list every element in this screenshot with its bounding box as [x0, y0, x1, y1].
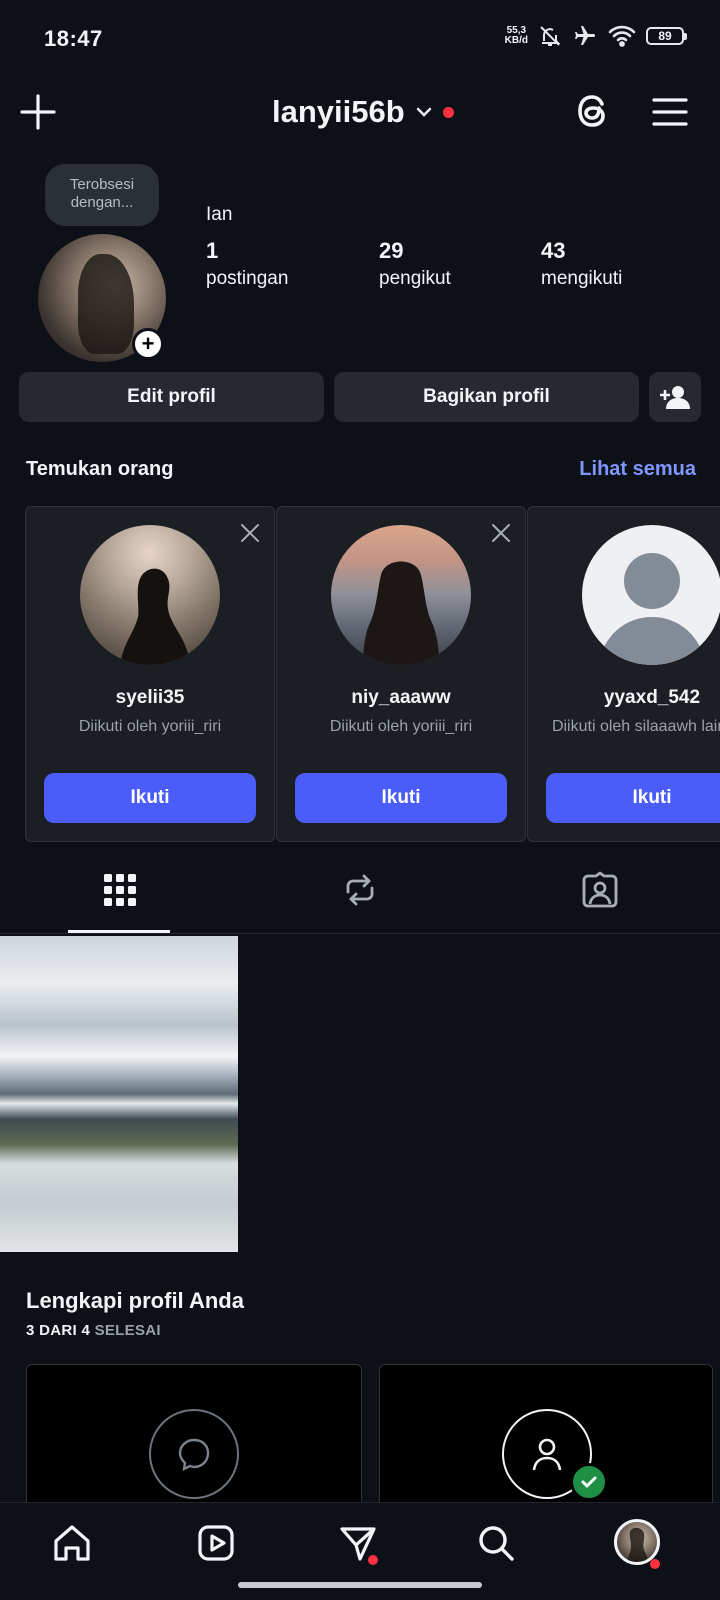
speech-bubble-icon	[178, 1438, 210, 1472]
followers-label: pengikut	[379, 268, 451, 289]
suggestion-subtitle: Diikuti oleh silaaawh lainnya	[551, 718, 720, 735]
suggestion-username[interactable]: syelii35	[26, 687, 274, 709]
default-avatar-icon	[598, 553, 706, 665]
avatar-photo	[627, 1527, 648, 1562]
bell-off-icon	[540, 26, 561, 46]
chevron-down-icon	[416, 107, 431, 117]
status-bar: 18:47 55,3 KB/d 89	[0, 0, 720, 80]
discover-title: Temukan orang	[26, 458, 174, 480]
suggestion-carousel[interactable]: syelii35 Diikuti oleh yoriii_riri Ikuti …	[25, 506, 720, 842]
display-name: Ian	[206, 204, 233, 225]
notification-dot	[442, 106, 454, 118]
profile-header: lanyii56b	[0, 80, 720, 146]
home-indicator[interactable]	[238, 1582, 482, 1588]
follow-button[interactable]: Ikuti	[546, 773, 720, 823]
messages-notification-dot	[368, 1555, 378, 1565]
suggestion-card[interactable]: yyaxd_542 Diikuti oleh silaaawh lainnya …	[527, 506, 720, 842]
search-icon[interactable]	[474, 1521, 518, 1565]
suggestion-card[interactable]: syelii35 Diikuti oleh yoriii_riri Ikuti	[25, 506, 275, 842]
profile-notification-dot	[650, 1559, 660, 1569]
threads-icon[interactable]	[572, 90, 614, 132]
create-plus-icon[interactable]	[18, 92, 58, 132]
bio-ring	[149, 1409, 239, 1499]
status-time: 18:47	[44, 26, 103, 51]
grid-icon[interactable]	[100, 870, 140, 910]
complete-profile-progress: 3 DARI 4 SELESAI	[26, 1322, 244, 1339]
add-story-icon[interactable]: +	[132, 328, 164, 360]
bottom-navigation	[0, 1502, 720, 1600]
username-title: lanyii56b	[272, 94, 405, 129]
checkmark-badge-icon	[570, 1463, 608, 1501]
network-speed-unit: KB/d	[504, 35, 528, 46]
followers-count: 29	[379, 238, 404, 263]
follow-button[interactable]: Ikuti	[295, 773, 507, 823]
progress-status: SELESAI	[94, 1322, 161, 1339]
note-bubble[interactable]: Terobsesi dengan...	[45, 164, 159, 226]
profile-avatar[interactable]: +	[38, 234, 166, 362]
suggestion-subtitle: Diikuti oleh yoriii_riri	[78, 718, 222, 735]
status-icons: 55,3 KB/d 89	[505, 24, 687, 48]
discover-header: Temukan orang Lihat semua	[26, 458, 696, 481]
airplane-icon	[575, 26, 595, 45]
suggestion-avatar[interactable]	[582, 525, 720, 665]
person-photo	[120, 568, 190, 665]
close-icon[interactable]	[238, 521, 262, 545]
close-icon[interactable]	[489, 521, 513, 545]
profile-section: Terobsesi dengan... + Ian 1 postingan 29…	[0, 160, 720, 362]
posts-count: 1	[206, 238, 219, 263]
see-all-link[interactable]: Lihat semua	[579, 458, 696, 481]
menu-icon[interactable]	[650, 92, 690, 132]
posts-stat[interactable]: 1 postingan	[206, 238, 288, 290]
post-thumbnail[interactable]	[0, 936, 238, 1252]
add-person-icon	[660, 386, 690, 409]
profile-photo-card[interactable]	[379, 1364, 713, 1514]
following-label: mengikuti	[541, 268, 623, 289]
progress-count: 3 DARI 4	[26, 1322, 91, 1339]
suggestion-username[interactable]: yyaxd_542	[528, 687, 720, 709]
suggestion-username[interactable]: niy_aaaww	[277, 687, 525, 709]
home-icon[interactable]	[50, 1521, 94, 1565]
following-count: 43	[541, 238, 566, 263]
share-profile-button[interactable]: Bagikan profil	[334, 372, 639, 422]
person-photo	[363, 561, 439, 665]
profile-tabs	[0, 856, 720, 934]
add-bio-card[interactable]	[26, 1364, 362, 1514]
discover-people-button[interactable]	[649, 372, 701, 422]
reels-icon[interactable]	[194, 1521, 238, 1565]
followers-stat[interactable]: 29 pengikut	[379, 238, 451, 290]
complete-profile-title: Lengkapi profil Anda	[26, 1288, 244, 1313]
active-tab-indicator	[68, 930, 170, 933]
wifi-icon	[608, 25, 636, 47]
suggestion-avatar[interactable]	[331, 525, 471, 665]
edit-profile-button[interactable]: Edit profil	[19, 372, 324, 422]
follow-button[interactable]: Ikuti	[44, 773, 256, 823]
battery-icon: 89	[646, 27, 687, 45]
suggestion-subtitle: Diikuti oleh yoriii_riri	[329, 718, 473, 735]
complete-profile-section: Lengkapi profil Anda 3 DARI 4 SELESAI	[26, 1288, 244, 1339]
repost-icon[interactable]	[340, 870, 380, 910]
account-switcher[interactable]: lanyii56b	[272, 94, 454, 130]
tagged-icon[interactable]	[580, 870, 620, 910]
following-stat[interactable]: 43 mengikuti	[541, 238, 622, 290]
person-outline-icon	[532, 1438, 562, 1471]
suggestion-avatar[interactable]	[80, 525, 220, 665]
posts-label: postingan	[206, 268, 289, 289]
network-speed: 55,3 KB/d	[505, 26, 528, 46]
suggestion-card[interactable]: niy_aaaww Diikuti oleh yoriii_riri Ikuti	[276, 506, 526, 842]
profile-actions: Edit profil Bagikan profil	[19, 372, 701, 422]
